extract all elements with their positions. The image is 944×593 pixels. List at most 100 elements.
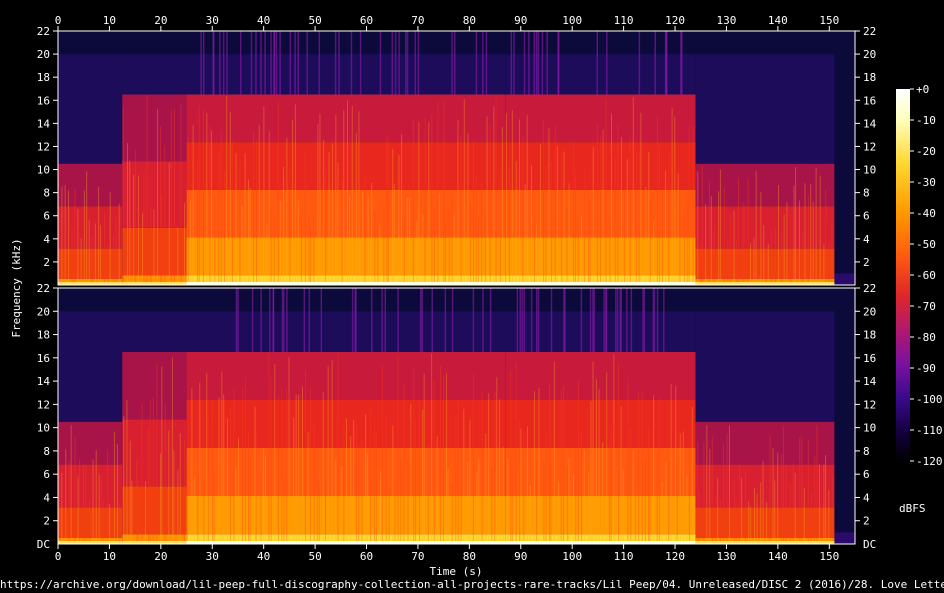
spectrum-streak [328,152,330,285]
spectrum-streak [553,361,555,544]
spectrum-streak [556,145,558,285]
spectrum-streak [499,399,501,544]
spectrum-streak [171,357,173,544]
x-tick-label-top: 70 [411,14,424,27]
hf-streak [351,288,354,352]
x-tick-label-top: 10 [103,14,116,27]
spectrum-streak [676,458,678,544]
spectrum-streak [543,119,545,285]
spectrum-streak [118,203,120,285]
spectrum-streak [722,444,724,544]
spectrum-streak [422,213,424,285]
spectrum-streak [588,191,590,285]
spectrum-streak [268,353,270,544]
hf-streak [417,31,420,95]
spectrum-streak [136,459,138,544]
spectrum-streak [735,239,737,285]
spectrum-streak [370,408,372,544]
spectrum-streak [649,195,651,285]
spectrum-streak [682,431,684,544]
spectrum-streak [279,200,281,285]
spectrum-streak [335,460,337,544]
spectrum-streak [298,394,300,544]
spectrum-streak [422,409,424,544]
spectrum-streak [481,391,483,544]
hf-streak [359,31,362,95]
spectrum-streak [203,481,205,544]
hf-streak [286,288,288,352]
spectrum-streak [444,223,446,285]
spectrum-streak [367,196,369,285]
x-axis-top: 0 10 20 30 40 50 60 70 80 90 100 110 120 130 140 150 [55,14,839,31]
spectrum-streak [717,477,719,544]
spectrum-streak [554,124,556,286]
hf-streak [255,31,257,95]
spectrum-streak [613,354,615,544]
spectrum-streak [447,469,449,544]
hf-streak [638,31,641,95]
spectrum-streak [119,501,121,544]
spectrum-streak [711,436,713,544]
spectrum-streak [729,212,731,285]
y-tick-label-right: 18 [863,71,876,84]
spectrum-streak [590,401,592,544]
spectrum-streak [197,468,199,544]
x-tick-label-top: 0 [55,14,62,27]
spectrum-streak [713,224,715,285]
spectrum-streak [68,461,70,544]
spectrum-streak [691,407,693,544]
x-tick-label-bottom: 140 [768,550,788,563]
spectrum-streak [388,485,390,544]
spectrum-streak [277,101,279,285]
spectrum-streak [142,213,144,285]
spectrum-streak [375,432,377,544]
spectrum-streak [529,485,531,544]
hf-streak [251,288,254,352]
y-tick-label-left: 16 [37,94,50,107]
spectrum-streak [614,154,616,285]
spectrum-haze [122,54,187,95]
spectrum-streak [774,227,776,285]
spectrum-streak [239,163,241,285]
hf-streak [294,31,296,95]
spectrum-streak [304,370,306,544]
spectrum-streak [241,386,243,544]
spectrum-streak [493,106,495,285]
spectrum-streak [718,191,720,285]
hf-streak [654,31,656,95]
spectrum-streak [727,235,729,285]
hf-streak [414,31,417,95]
spectrum-streak [629,136,631,285]
spectrum-streak [577,379,579,544]
spectrum-streak [74,436,76,544]
y-tick-label-right: 12 [863,398,876,411]
spectrum-streak [710,196,712,285]
hf-streak [397,288,399,352]
spectrum-streak [620,406,622,544]
spectrum-streak [294,104,296,286]
y-tick-label-left: 16 [37,352,50,365]
spectrum-streak [511,110,513,286]
spectrum-streak [624,186,626,285]
x-tick-label-top: 40 [257,14,270,27]
source-url: https://archive.org/download/lil-peep-fu… [0,578,944,591]
spectrum-streak [270,209,272,285]
hf-streak [592,288,594,352]
spectrum-streak [191,388,193,544]
spectrum-streak [373,418,375,544]
spectrum-streak [249,456,251,544]
spectrum-streak [374,212,376,285]
spectrum-streak [653,395,655,544]
spectrum-streak [792,463,794,544]
spectrum-streak [807,196,809,285]
spectrum-streak [313,424,315,544]
channel-2-segment [122,311,187,544]
spectrum-streak [505,113,507,285]
spectrum-streak [595,379,597,544]
spectrum-streak [150,208,152,285]
spectrum-streak [755,171,757,285]
spectrum-streak [733,210,735,285]
spectrum-streak [686,475,688,544]
spectrum-streak [397,355,399,544]
spectrum-streak [515,362,517,544]
